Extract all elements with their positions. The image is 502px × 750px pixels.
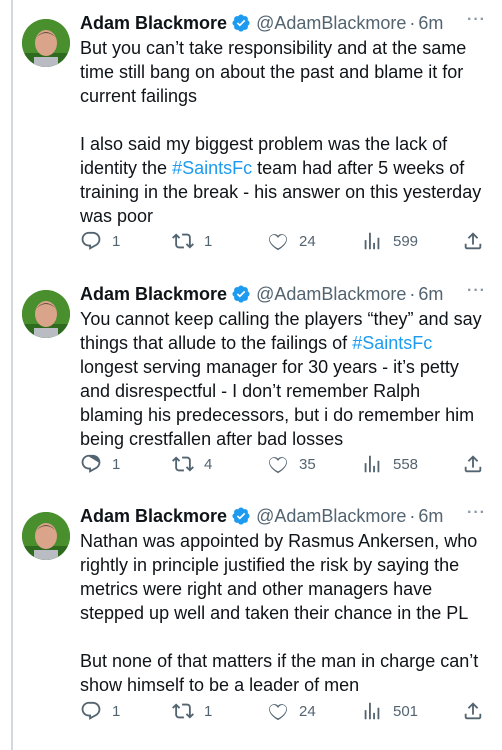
heart-icon xyxy=(269,704,287,721)
retweet-button[interactable]: 1 xyxy=(172,699,212,723)
hashtag-link[interactable]: #SaintsFc xyxy=(352,333,432,353)
like-button[interactable]: 24 xyxy=(267,229,316,253)
tweet[interactable]: Adam Blackmore @AdamBlackmore · 6m ··· B… xyxy=(0,11,502,261)
more-icon[interactable]: ··· xyxy=(467,11,486,29)
retweet-button[interactable]: 4 xyxy=(172,452,212,476)
verified-badge-icon xyxy=(231,13,251,33)
timestamp[interactable]: 6m xyxy=(418,506,443,527)
hashtag-link[interactable]: #SaintsFc xyxy=(172,158,252,178)
retweet-count: 4 xyxy=(204,455,213,473)
like-count: 24 xyxy=(299,702,316,720)
tweet-header: Adam Blackmore @AdamBlackmore · 6m ··· xyxy=(80,504,486,528)
tweet-paragraph: Nathan was appointed by Rasmus Ankersen,… xyxy=(80,531,483,623)
views-button[interactable]: 558 xyxy=(361,452,418,476)
share-icon xyxy=(464,455,482,473)
views-icon xyxy=(364,455,380,473)
share-icon xyxy=(464,232,482,250)
reply-button[interactable]: 1 xyxy=(80,229,120,253)
separator: · xyxy=(409,12,416,33)
author-handle[interactable]: @AdamBlackmore xyxy=(256,13,406,34)
heart-icon xyxy=(269,234,287,251)
more-icon[interactable]: ··· xyxy=(467,282,486,300)
retweet-icon xyxy=(172,233,194,249)
reply-button[interactable]: 1 xyxy=(80,452,120,476)
retweet-button[interactable]: 1 xyxy=(172,229,212,253)
tweet-paragraph: I also said my biggest problem was the l… xyxy=(80,134,487,226)
tweet[interactable]: Adam Blackmore @AdamBlackmore · 6m ··· Y… xyxy=(0,282,502,482)
views-icon xyxy=(364,232,380,250)
timestamp[interactable]: 6m xyxy=(418,13,443,34)
tweet-header: Adam Blackmore @AdamBlackmore · 6m ··· xyxy=(80,282,486,306)
reply-count: 1 xyxy=(112,702,121,720)
author-handle[interactable]: @AdamBlackmore xyxy=(256,284,406,305)
like-count: 35 xyxy=(299,455,316,473)
more-icon[interactable]: ··· xyxy=(467,504,486,522)
tweet-paragraph: But you can’t take responsibility and at… xyxy=(80,38,472,106)
tweet-actions: 1 1 24 501 xyxy=(80,699,486,723)
reply-count: 1 xyxy=(112,232,121,250)
retweet-count: 1 xyxy=(204,702,213,720)
tweet-text: But you can’t take responsibility and at… xyxy=(80,36,488,228)
separator: · xyxy=(409,283,416,304)
author-name[interactable]: Adam Blackmore xyxy=(80,284,227,305)
like-button[interactable]: 24 xyxy=(267,699,316,723)
like-count: 24 xyxy=(299,232,316,250)
views-count: 501 xyxy=(393,702,419,720)
tweet-paragraph: But none of that matters if the man in c… xyxy=(80,651,484,695)
tweet-actions: 1 4 35 558 xyxy=(80,452,486,476)
tweet-actions: 1 1 24 599 xyxy=(80,229,486,253)
retweet-icon xyxy=(172,456,194,472)
views-button[interactable]: 501 xyxy=(361,699,418,723)
tweet[interactable]: Adam Blackmore @AdamBlackmore · 6m ··· N… xyxy=(0,504,502,734)
author-name[interactable]: Adam Blackmore xyxy=(80,13,227,34)
author-handle[interactable]: @AdamBlackmore xyxy=(256,506,406,527)
author-name[interactable]: Adam Blackmore xyxy=(80,506,227,527)
avatar[interactable] xyxy=(22,512,70,560)
separator: · xyxy=(409,505,416,526)
verified-badge-icon xyxy=(231,506,251,526)
reply-count: 1 xyxy=(112,455,121,473)
tweet-header: Adam Blackmore @AdamBlackmore · 6m ··· xyxy=(80,11,486,35)
tweet-paragraph: You cannot keep calling the players “the… xyxy=(80,309,487,449)
views-button[interactable]: 599 xyxy=(361,229,418,253)
share-button[interactable] xyxy=(462,229,494,253)
reply-icon xyxy=(81,231,101,250)
timestamp[interactable]: 6m xyxy=(418,284,443,305)
avatar[interactable] xyxy=(22,290,70,338)
views-count: 599 xyxy=(393,232,419,250)
tweet-text: Nathan was appointed by Rasmus Ankersen,… xyxy=(80,529,488,697)
like-button[interactable]: 35 xyxy=(267,452,316,476)
share-button[interactable] xyxy=(462,452,494,476)
tweet-text: You cannot keep calling the players “the… xyxy=(80,307,488,451)
views-icon xyxy=(364,702,380,720)
reply-icon xyxy=(81,454,101,473)
share-button[interactable] xyxy=(462,699,494,723)
heart-icon xyxy=(269,457,287,474)
avatar[interactable] xyxy=(22,19,70,67)
reply-icon xyxy=(81,701,101,720)
share-icon xyxy=(464,702,482,720)
reply-button[interactable]: 1 xyxy=(80,699,120,723)
verified-badge-icon xyxy=(231,284,251,304)
views-count: 558 xyxy=(393,455,419,473)
retweet-count: 1 xyxy=(204,232,213,250)
retweet-icon xyxy=(172,703,194,719)
